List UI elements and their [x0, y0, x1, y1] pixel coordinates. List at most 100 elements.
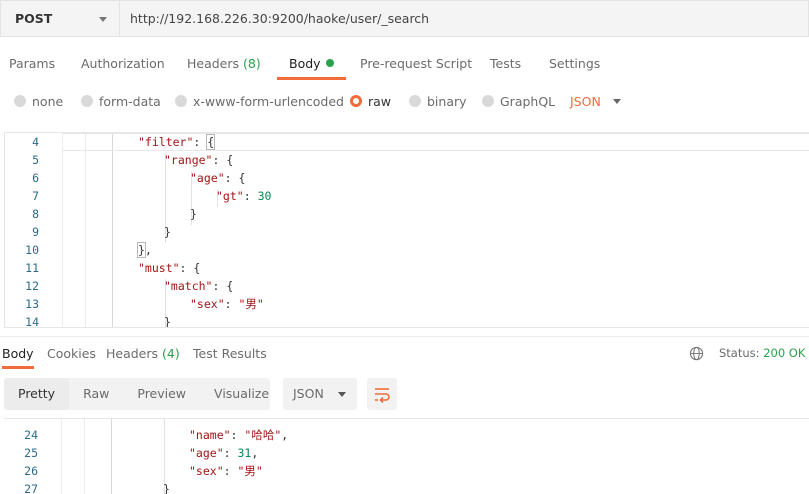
radio-raw[interactable]: raw: [350, 88, 391, 114]
response-format-label: JSON: [293, 386, 324, 401]
json-key: "name": [189, 428, 231, 442]
line-number: 27: [24, 482, 38, 494]
radio-circle-icon: [14, 95, 26, 107]
json-key: "match": [164, 279, 213, 293]
response-tab-headers[interactable]: Headers (4): [106, 337, 180, 369]
tab-headers-count: (8): [243, 56, 261, 71]
code-line: 27 }: [4, 480, 809, 494]
response-tab-body[interactable]: Body: [2, 337, 34, 369]
code-line: 10 },: [5, 241, 809, 259]
line-number: 9: [32, 225, 39, 239]
radio-graphql[interactable]: GraphQL: [482, 88, 555, 114]
radio-circle-icon: [175, 95, 187, 107]
json-key: "sex": [190, 297, 225, 311]
view-preview-button[interactable]: Preview: [123, 378, 200, 410]
view-visualize-button[interactable]: Visualize: [200, 378, 283, 410]
code-text: "age": 31,: [189, 446, 259, 460]
radio-form-data-label: form-data: [99, 93, 161, 109]
code-line: 7 "gt": 30: [5, 187, 809, 205]
body-type-group: none form-data x-www-form-urlencoded raw…: [0, 88, 809, 114]
wrap-lines-button[interactable]: [367, 378, 397, 410]
code-line: 6 "age": {: [5, 169, 809, 187]
code-text: }: [164, 225, 171, 239]
code-text: "sex": "男": [189, 464, 263, 478]
radio-none[interactable]: none: [14, 88, 63, 114]
tab-authorization[interactable]: Authorization: [81, 48, 165, 80]
json-key: "age": [189, 446, 224, 460]
radio-binary[interactable]: binary: [409, 88, 467, 114]
method-label: POST: [15, 11, 53, 26]
status-badge: 200 OK: [763, 346, 806, 360]
tab-tests[interactable]: Tests: [490, 48, 521, 80]
line-number: 25: [24, 446, 38, 460]
code-line: 9 }: [5, 223, 809, 241]
view-raw-button[interactable]: Raw: [69, 378, 123, 410]
response-view-mode: Pretty Raw Preview Visualize: [4, 378, 270, 410]
tab-headers[interactable]: Headers (8): [187, 48, 261, 80]
line-number: 12: [25, 279, 39, 293]
code-text: "gt": 30: [216, 189, 272, 203]
tab-body[interactable]: Body: [277, 48, 346, 80]
chevron-down-icon: [612, 98, 621, 104]
globe-icon[interactable]: [689, 346, 704, 361]
response-tab-headers-label: Headers: [106, 346, 159, 361]
tab-body-label: Body: [289, 56, 321, 71]
code-line: 5 "range": {: [5, 151, 809, 169]
line-number: 13: [25, 297, 39, 311]
line-number: 26: [24, 464, 38, 478]
tab-params[interactable]: Params: [9, 48, 55, 80]
response-body-viewer[interactable]: 24 "name": "哈哈", 25 "age": 31, 26 "sex":…: [4, 418, 809, 494]
json-number: 31: [237, 446, 252, 460]
response-tab-test-results[interactable]: Test Results: [193, 337, 267, 369]
line-number: 11: [25, 261, 39, 275]
line-number: 7: [32, 189, 39, 203]
line-number: 14: [25, 315, 39, 328]
json-key: "must": [138, 261, 180, 275]
radio-form-data[interactable]: form-data: [81, 88, 161, 114]
language-select[interactable]: JSON: [570, 88, 621, 114]
code-line: 12 "match": {: [5, 277, 809, 295]
json-string: "哈哈": [244, 428, 282, 442]
response-tab-cookies[interactable]: Cookies: [47, 337, 96, 369]
json-key: "gt": [216, 189, 244, 203]
line-number: 4: [32, 135, 39, 149]
json-number: 30: [257, 189, 272, 203]
response-format-select[interactable]: JSON: [283, 378, 357, 410]
line-number: 5: [32, 153, 39, 167]
code-line: 24 "name": "哈哈",: [4, 426, 809, 444]
url-input[interactable]: http://192.168.226.30:9200/haoke/user/_s…: [120, 0, 809, 37]
radio-selected-icon: [350, 95, 362, 107]
line-number: 8: [32, 207, 39, 221]
code-line: 13 "sex": "男": [5, 295, 809, 313]
code-text: "age": {: [190, 171, 246, 185]
radio-binary-label: binary: [427, 93, 467, 109]
code-text: }: [190, 207, 197, 221]
code-line: 14 }: [5, 313, 809, 328]
code-line: 26 "sex": "男": [4, 462, 809, 480]
body-modified-dot-icon: [325, 59, 334, 67]
radio-raw-label: raw: [368, 93, 392, 109]
radio-urlencoded[interactable]: x-www-form-urlencoded: [175, 88, 344, 114]
code-line: 11 "must": {: [5, 259, 809, 277]
radio-circle-icon: [409, 95, 421, 107]
view-pretty-button[interactable]: Pretty: [4, 378, 70, 410]
response-status: Status: 200 OK: [719, 337, 805, 370]
code-text: "must": {: [138, 261, 201, 275]
line-number: 10: [25, 243, 39, 257]
json-key: "range": [164, 153, 213, 167]
request-url-bar: POST http://192.168.226.30:9200/haoke/us…: [0, 0, 809, 37]
json-key: "age": [190, 171, 225, 185]
tab-headers-label: Headers: [187, 56, 240, 71]
code-text: "sex": "男": [190, 297, 264, 311]
code-text: }: [163, 482, 170, 494]
code-text: "filter": {: [138, 134, 216, 150]
tab-prerequest-script[interactable]: Pre-request Script: [360, 48, 472, 80]
language-select-label: JSON: [570, 93, 601, 109]
wrap-lines-icon: [375, 388, 390, 404]
request-body-editor[interactable]: 4 "filter": { 5 "range": { 6 "age": { 7 …: [4, 132, 809, 328]
code-line: 8 }: [5, 205, 809, 223]
response-toolbar: Pretty Raw Preview Visualize JSON: [0, 378, 809, 411]
tab-settings[interactable]: Settings: [549, 48, 600, 80]
line-number: 24: [24, 428, 38, 442]
method-select[interactable]: POST: [0, 0, 120, 37]
